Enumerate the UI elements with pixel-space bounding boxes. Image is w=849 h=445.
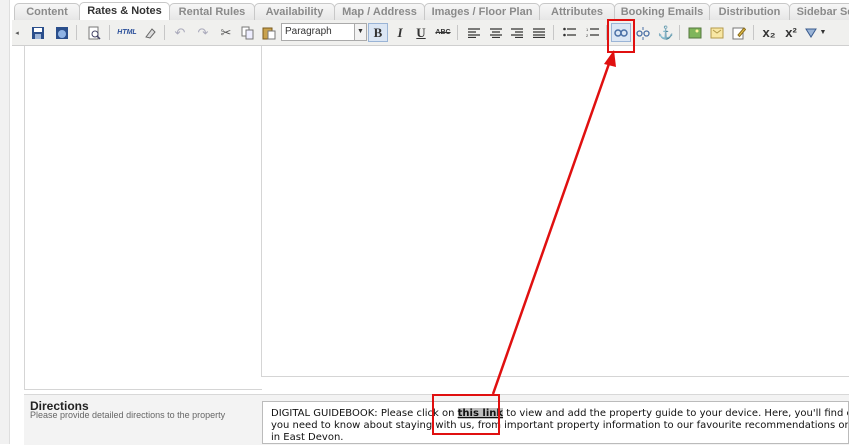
annotation-arrow — [491, 50, 616, 395]
